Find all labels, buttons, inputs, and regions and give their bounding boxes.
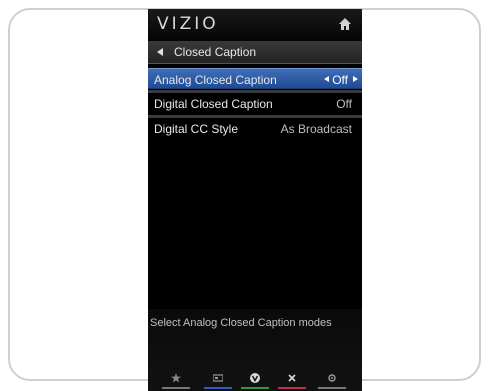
menu-item-analog-closed-caption[interactable]: Analog Closed Caption Off (148, 68, 362, 89)
footer-color-bar (318, 387, 346, 389)
vizio-v-icon (250, 373, 260, 383)
settings-button[interactable] (318, 373, 346, 389)
menu-title-bar[interactable]: Closed Caption (148, 41, 362, 64)
help-text: Select Analog Closed Caption modes (150, 317, 332, 329)
star-icon (171, 373, 181, 383)
menu-item-label: Digital CC Style (154, 122, 239, 136)
menu-item-value: Off (332, 73, 348, 87)
widget-button[interactable] (204, 373, 232, 389)
value-right-arrow-icon[interactable] (353, 76, 358, 82)
menu-item-value: As Broadcast (280, 122, 352, 136)
gear-icon (328, 374, 336, 382)
footer-color-bar (204, 387, 232, 389)
home-icon[interactable] (338, 17, 352, 31)
close-button[interactable] (278, 373, 306, 389)
menu-item-digital-cc-style[interactable]: Digital CC Style As Broadcast (148, 118, 362, 139)
menu-item-label: Analog Closed Caption (154, 73, 277, 87)
tv-menu-screen: VIZIO Closed Caption Analog Closed Capti… (148, 9, 362, 391)
value-left-arrow-icon[interactable] (324, 76, 329, 82)
vizio-logo: VIZIO (157, 14, 219, 34)
back-arrow-icon[interactable] (157, 48, 163, 56)
vizio-v-button[interactable] (241, 373, 269, 389)
menu-header: VIZIO (148, 9, 362, 41)
close-icon (288, 374, 296, 382)
footer-color-bar (162, 387, 190, 389)
menu-item-value: Off (336, 97, 352, 111)
footer-buttons (148, 369, 362, 391)
footer-color-bar (278, 387, 306, 389)
widget-icon (213, 374, 223, 382)
menu-title: Closed Caption (174, 45, 257, 59)
menu-item-label: Digital Closed Caption (154, 97, 273, 111)
footer-color-bar (241, 387, 269, 389)
star-button[interactable] (162, 373, 190, 389)
menu-item-digital-closed-caption[interactable]: Digital Closed Caption Off (148, 93, 362, 114)
